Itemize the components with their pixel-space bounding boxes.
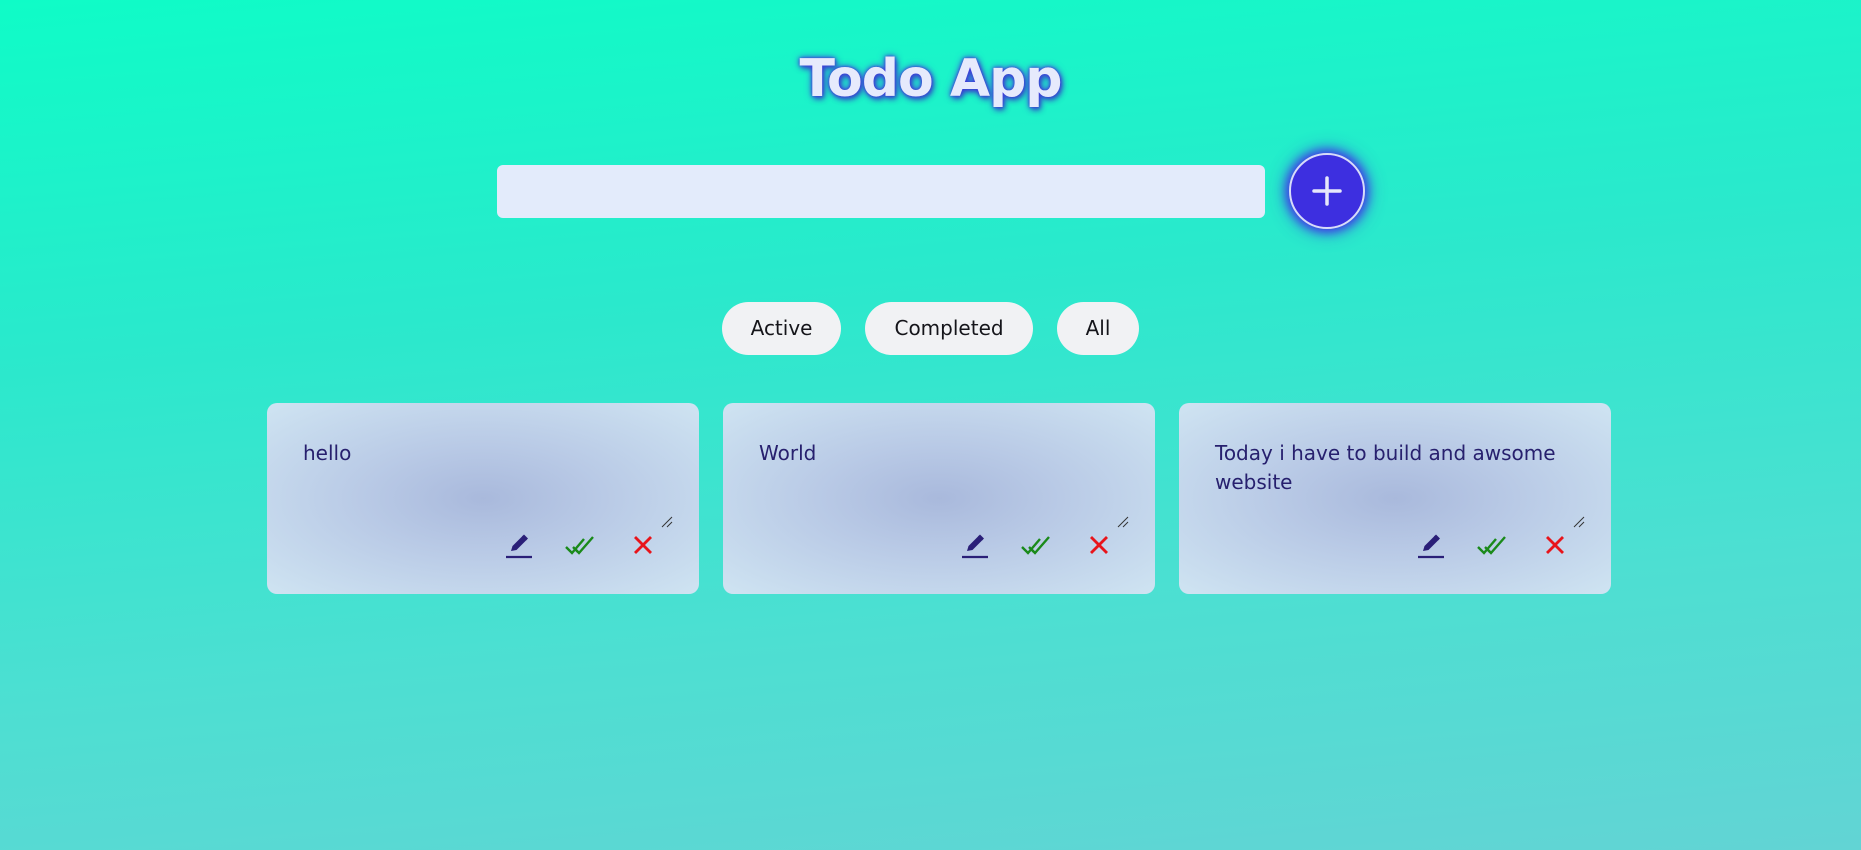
complete-button[interactable] [563, 527, 599, 563]
todo-list: hello World Today i have to build and aw… [267, 403, 1611, 594]
pen-icon [1418, 534, 1444, 559]
todo-text: World [759, 441, 817, 465]
x-icon [634, 536, 652, 554]
add-todo-button[interactable] [1289, 153, 1365, 229]
todo-actions [1179, 527, 1611, 567]
complete-button[interactable] [1019, 527, 1055, 563]
delete-button[interactable] [1081, 527, 1117, 563]
todo-actions [723, 527, 1155, 567]
filter-all-button[interactable]: All [1056, 302, 1140, 355]
pen-icon [962, 534, 988, 559]
todo-card: Today i have to build and awsome website [1179, 403, 1611, 594]
resize-handle-icon[interactable] [660, 514, 674, 528]
filter-completed-button[interactable]: Completed [865, 302, 1033, 355]
complete-button[interactable] [1475, 527, 1511, 563]
resize-handle-icon[interactable] [1116, 514, 1130, 528]
delete-button[interactable] [625, 527, 661, 563]
todo-card: World [723, 403, 1155, 594]
double-check-icon [1477, 536, 1506, 555]
filter-bar: Active Completed All [0, 302, 1861, 355]
edit-button[interactable] [501, 527, 537, 563]
todo-text: Today i have to build and awsome website [1215, 441, 1556, 494]
edit-button[interactable] [1413, 527, 1449, 563]
todo-actions [267, 527, 699, 567]
edit-button[interactable] [957, 527, 993, 563]
plus-icon [1312, 176, 1342, 206]
x-icon [1090, 536, 1108, 554]
double-check-icon [1021, 536, 1050, 555]
pen-icon [506, 534, 532, 559]
resize-handle-icon[interactable] [1572, 514, 1586, 528]
double-check-icon [565, 536, 594, 555]
page-title: Todo App [799, 49, 1062, 109]
todo-text: hello [303, 441, 352, 465]
x-icon [1546, 536, 1564, 554]
filter-active-button[interactable]: Active [721, 302, 842, 355]
todo-input[interactable] [497, 165, 1265, 218]
todo-card: hello [267, 403, 699, 594]
delete-button[interactable] [1537, 527, 1573, 563]
